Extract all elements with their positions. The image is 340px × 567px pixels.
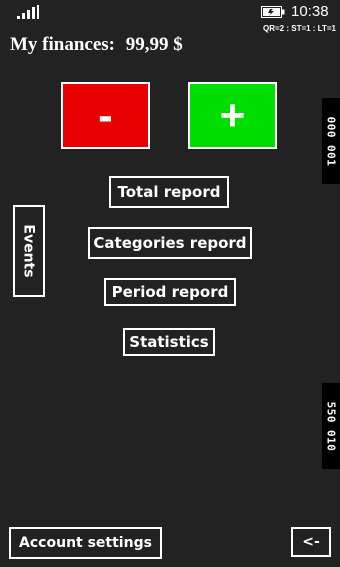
events-button[interactable]: Events (13, 205, 45, 297)
signal-bars-icon (17, 5, 39, 19)
side-counter-bottom-label: 550 010 (324, 401, 338, 451)
side-counter-bottom: 550 010 (322, 383, 340, 469)
account-settings-label: Account settings (19, 535, 152, 551)
status-time: 10:38 (291, 3, 329, 20)
plus-label: + (219, 90, 246, 140)
side-counter-top: 000 001 (322, 98, 340, 184)
categories-report-label: Categories repord (93, 234, 247, 252)
statistics-button[interactable]: Statistics (123, 328, 215, 356)
total-report-button[interactable]: Total repord (109, 176, 229, 208)
total-report-label: Total repord (117, 183, 221, 201)
add-income-button[interactable]: + (188, 82, 277, 149)
app-screen: 10:38 QR=2 : ST=1 : LT=1 My finances: 99… (0, 0, 340, 567)
title-label: My finances: (10, 34, 116, 55)
back-label: <- (302, 534, 320, 550)
side-counter-top-label: 000 001 (324, 116, 338, 166)
period-report-button[interactable]: Period repord (104, 278, 236, 306)
balance-amount: 99,99 $ (125, 34, 183, 55)
account-settings-button[interactable]: Account settings (9, 527, 162, 559)
categories-report-button[interactable]: Categories repord (88, 227, 252, 259)
back-button[interactable]: <- (291, 527, 331, 557)
period-report-label: Period repord (111, 283, 229, 301)
page-title: My finances: 99,99 $ (10, 34, 183, 56)
add-expense-button[interactable]: - (61, 82, 150, 149)
events-label: Events (21, 224, 37, 278)
battery-icon (261, 6, 285, 18)
minus-label: - (98, 90, 113, 140)
statistics-label: Statistics (129, 333, 209, 351)
diagnostics-readout: QR=2 : ST=1 : LT=1 (263, 24, 336, 33)
